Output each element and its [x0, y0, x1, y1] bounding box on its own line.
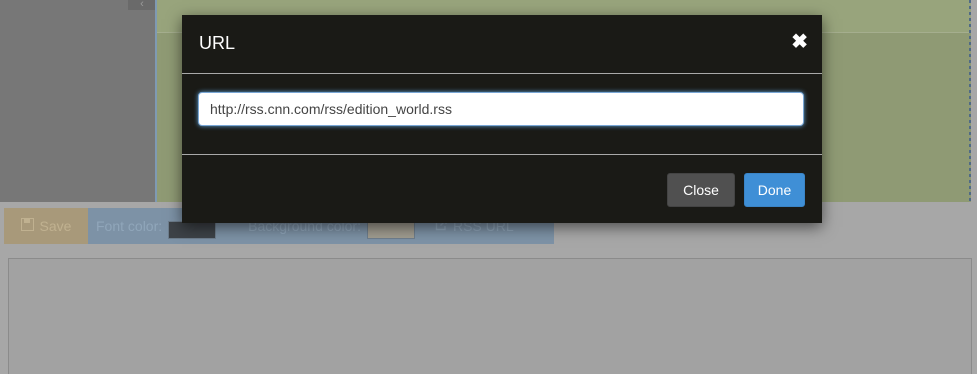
modal-body	[182, 74, 822, 155]
modal-footer: Close Done	[182, 155, 822, 223]
close-button[interactable]: Close	[667, 173, 735, 207]
url-input[interactable]	[198, 92, 804, 126]
close-icon[interactable]: ✖	[791, 29, 808, 54]
save-button[interactable]: Save	[4, 208, 88, 244]
save-icon	[20, 218, 34, 234]
font-color-label: Font color:	[96, 218, 163, 234]
modal-header: URL ✖	[182, 15, 822, 74]
panel-tab: ‹	[128, 0, 156, 10]
content-canvas	[8, 258, 972, 374]
modal-title: URL	[199, 33, 236, 53]
widget-resize-border	[969, 0, 971, 202]
background-color-swatch[interactable]	[366, 221, 415, 239]
left-panel	[0, 0, 156, 202]
font-color-swatch[interactable]	[168, 221, 217, 239]
save-label: Save	[39, 218, 72, 234]
url-modal: URL ✖ Close Done	[182, 15, 822, 223]
done-button[interactable]: Done	[744, 173, 805, 207]
